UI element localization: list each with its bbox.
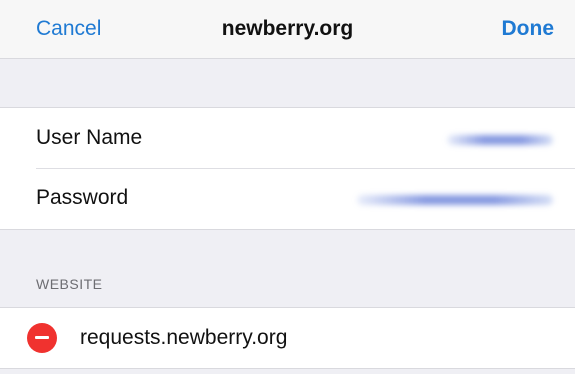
credentials-group: User Name Password: [0, 107, 575, 230]
username-label: User Name: [36, 126, 143, 149]
username-field[interactable]: [447, 135, 553, 145]
password-label: Password: [36, 186, 129, 209]
username-row[interactable]: User Name: [0, 108, 575, 168]
website-row[interactable]: requests.newberry.org: [0, 307, 575, 369]
done-button[interactable]: Done: [502, 0, 555, 58]
navigation-bar: Cancel newberry.org Done: [0, 0, 575, 59]
minus-circle-icon[interactable]: [27, 323, 57, 353]
website-section-header: WEBSITE: [36, 276, 103, 292]
website-label: requests.newberry.org: [80, 326, 288, 349]
password-field[interactable]: [357, 195, 553, 205]
password-row[interactable]: Password: [0, 168, 575, 228]
cancel-button[interactable]: Cancel: [36, 0, 101, 58]
